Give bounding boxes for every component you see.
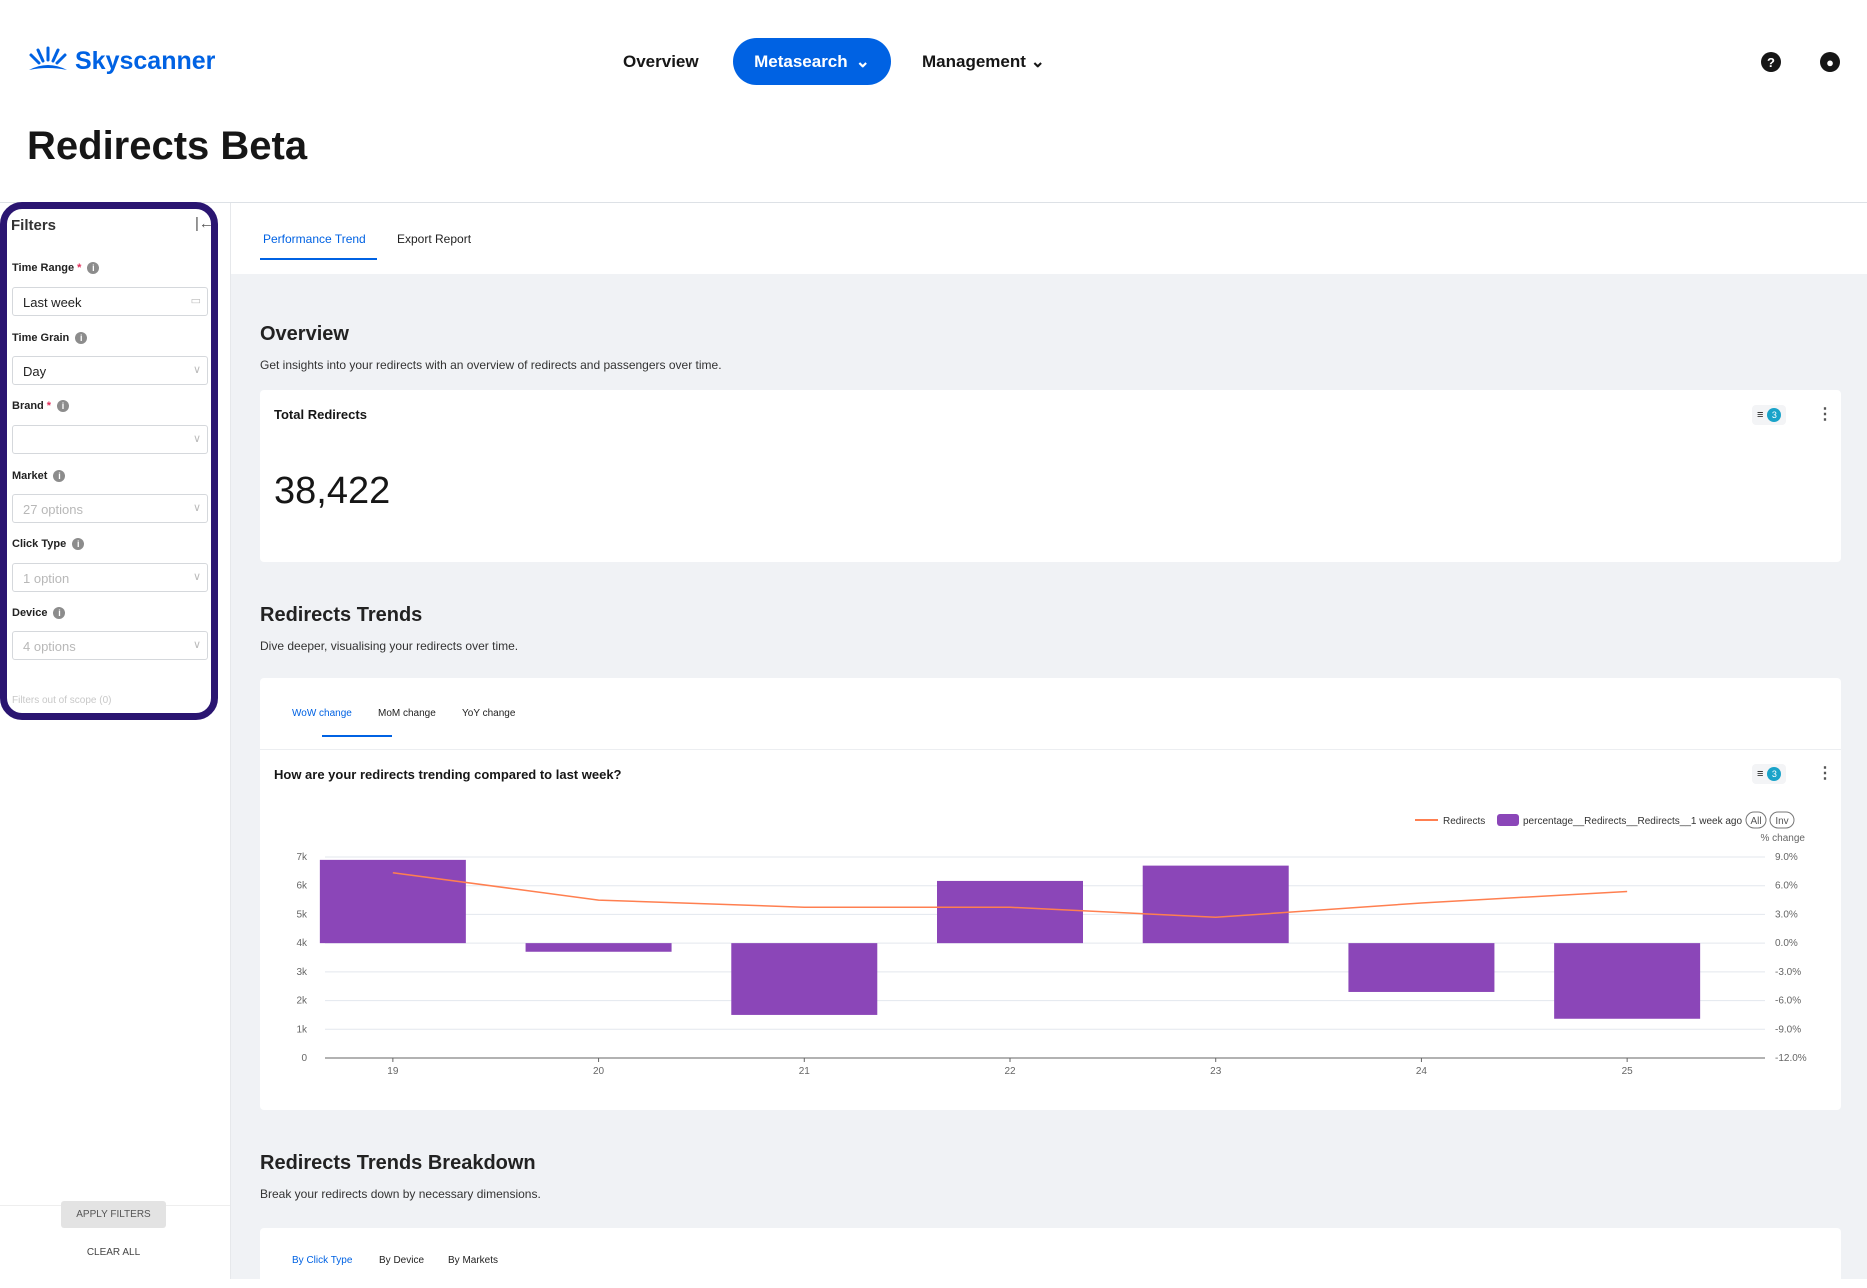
filter-icon: ≡ — [1757, 409, 1763, 421]
bar — [1348, 943, 1494, 992]
tab-export-report[interactable]: Export Report — [397, 232, 471, 246]
y-left-tick-label: 5k — [296, 909, 308, 920]
x-tick-label: 25 — [1622, 1066, 1634, 1077]
bar — [320, 860, 466, 943]
legend-label: Redirects — [1443, 816, 1485, 827]
x-tick-label: 19 — [387, 1066, 399, 1077]
legend-bar-swatch — [1497, 814, 1519, 826]
y-left-tick-label: 4k — [296, 938, 308, 949]
y-right-tick-label: 9.0% — [1775, 852, 1798, 863]
sunrise-logo-icon — [27, 46, 69, 76]
y-left-tick-label: 7k — [296, 852, 308, 863]
overview-description: Get insights into your redirects with an… — [260, 358, 722, 372]
chart-title: How are your redirects trending compared… — [274, 767, 621, 782]
apply-filters-button[interactable]: APPLY FILTERS — [61, 1201, 166, 1228]
filter-icon: ≡ — [1757, 768, 1763, 780]
y-right-tick-label: -3.0% — [1775, 967, 1801, 978]
page-title: Redirects Beta — [27, 124, 307, 169]
y-right-tick-label: 0.0% — [1775, 938, 1798, 949]
more-options-icon[interactable]: ⋮ — [1817, 404, 1833, 424]
total-redirects-card: Total Redirects ≡3 ⋮ 38,422 — [260, 390, 1841, 562]
subtab-wow[interactable]: WoW change — [292, 708, 352, 719]
tab-performance-trend[interactable]: Performance Trend — [263, 232, 366, 246]
nav-overview[interactable]: Overview — [623, 52, 699, 72]
subtab-by-click-type[interactable]: By Click Type — [292, 1255, 352, 1266]
breakdown-description: Break your redirects down by necessary d… — [260, 1187, 541, 1201]
y-right-tick-label: 6.0% — [1775, 881, 1798, 892]
y-right-tick-label: -6.0% — [1775, 996, 1801, 1007]
filter-indicator[interactable]: ≡3 — [1752, 405, 1786, 425]
nav-metasearch[interactable]: Metasearch ⌄ — [733, 38, 891, 85]
legend-label: percentage__Redirects__Redirects__1 week… — [1523, 816, 1742, 827]
bar — [937, 881, 1083, 943]
clear-all-button[interactable]: CLEAR ALL — [61, 1247, 166, 1258]
nav-metasearch-label: Metasearch — [754, 52, 848, 72]
card-title: Total Redirects — [274, 407, 367, 422]
breakdown-card: By Click Type By Device By Markets — [260, 1228, 1841, 1288]
legend-inv-label: Inv — [1775, 816, 1788, 827]
chevron-down-icon: ⌄ — [856, 52, 870, 72]
filter-indicator[interactable]: ≡3 — [1752, 764, 1786, 784]
more-options-icon[interactable]: ⋮ — [1817, 763, 1833, 783]
x-tick-label: 22 — [1004, 1066, 1016, 1077]
bar — [526, 943, 672, 952]
active-tab-indicator — [260, 258, 377, 260]
subtab-by-device[interactable]: By Device — [379, 1255, 424, 1266]
bar — [1143, 866, 1289, 944]
y-left-tick-label: 2k — [296, 996, 308, 1007]
y-right-tick-label: -12.0% — [1775, 1053, 1807, 1064]
divider — [0, 202, 1867, 203]
chevron-down-icon: ⌄ — [1031, 52, 1045, 71]
subtab-mom[interactable]: MoM change — [378, 708, 436, 719]
help-icon[interactable]: ? — [1761, 52, 1781, 72]
nav-management[interactable]: Management ⌄ — [922, 52, 1045, 72]
bar — [1554, 943, 1700, 1019]
trends-card: WoW change MoM change YoY change How are… — [260, 678, 1841, 1110]
y-right-tick-label: -9.0% — [1775, 1024, 1801, 1035]
y-left-tick-label: 6k — [296, 881, 308, 892]
legend-all-label: All — [1750, 816, 1761, 827]
y-left-tick-label: 3k — [296, 967, 308, 978]
x-tick-label: 21 — [799, 1066, 811, 1077]
total-redirects-value: 38,422 — [274, 470, 390, 513]
account-icon[interactable]: ● — [1820, 52, 1840, 72]
divider — [260, 749, 1841, 750]
active-subtab-indicator — [322, 735, 392, 737]
x-tick-label: 24 — [1416, 1066, 1428, 1077]
trends-description: Dive deeper, visualising your redirects … — [260, 639, 518, 653]
filters-highlight-outline — [0, 202, 218, 720]
x-tick-label: 23 — [1210, 1066, 1222, 1077]
y-left-tick-label: 0 — [301, 1053, 307, 1064]
y-right-tick-label: 3.0% — [1775, 909, 1798, 920]
trends-heading: Redirects Trends — [260, 604, 422, 627]
trend-chart: 0 1k 2k 3k 4k 5k 6k 7k -12.0% -9.0% -6.0% -3.0% 0.0%… — [260, 798, 1841, 1108]
x-tick-label: 20 — [593, 1066, 605, 1077]
brand-logo[interactable]: Skyscanner — [27, 46, 215, 76]
brand-name: Skyscanner — [75, 47, 215, 76]
subtab-yoy[interactable]: YoY change — [462, 708, 515, 719]
nav-management-label: Management — [922, 52, 1026, 71]
y-left-tick-label: 1k — [296, 1024, 308, 1035]
subtab-by-markets[interactable]: By Markets — [448, 1255, 498, 1266]
y-right-axis-label: % change — [1761, 833, 1806, 844]
overview-heading: Overview — [260, 323, 349, 346]
breakdown-heading: Redirects Trends Breakdown — [260, 1152, 536, 1175]
bar — [731, 943, 877, 1015]
